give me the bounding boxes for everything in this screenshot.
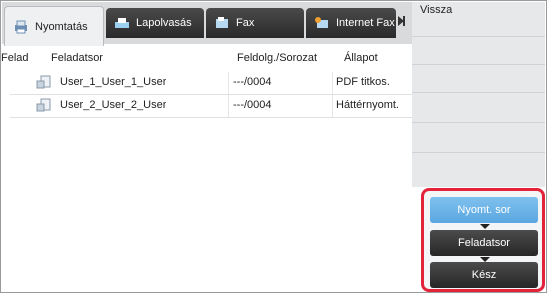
col-header-job[interactable]: Feladatsor	[51, 44, 103, 72]
tab-scan[interactable]: Lapolvasás	[106, 8, 204, 38]
side-panel	[412, 2, 545, 187]
column-divider	[332, 95, 333, 117]
fax-icon	[214, 16, 230, 30]
column-divider	[332, 72, 333, 94]
table-row[interactable]: User_1_User_1_User ---/0004 PDF titkos.	[10, 72, 412, 95]
job-status: PDF titkos.	[336, 76, 390, 88]
divider	[412, 152, 545, 153]
tab-label: Lapolvasás	[136, 17, 192, 29]
job-queue-button[interactable]: Feladatsor	[430, 230, 538, 256]
tab-label: Nyomtatás	[35, 20, 88, 33]
table-row[interactable]: User_2_User_2_User ---/0004 Háttérnyomt.	[10, 95, 412, 118]
complete-button[interactable]: Kész	[430, 262, 538, 288]
divider	[412, 36, 545, 37]
back-button[interactable]: Vissza	[420, 4, 452, 16]
column-divider	[228, 95, 229, 117]
job-status: Háttérnyomt.	[336, 99, 399, 111]
job-progress: ---/0004	[233, 76, 272, 88]
divider	[412, 64, 545, 65]
job-document-icon	[36, 75, 52, 93]
job-name: User_2_User_2_User	[60, 99, 167, 111]
tab-print[interactable]: Nyomtatás	[4, 6, 104, 46]
job-progress: ---/0004	[233, 99, 272, 111]
tab-fax[interactable]: Fax	[206, 8, 304, 38]
arrow-down-icon	[480, 224, 490, 229]
column-divider	[228, 72, 229, 94]
job-document-icon	[36, 98, 52, 116]
tab-internet-fax[interactable]: Internet Fax	[306, 8, 396, 38]
tab-scroll-bar	[403, 16, 405, 26]
col-header-status[interactable]: Állapot	[344, 44, 378, 72]
divider	[412, 92, 545, 93]
print-icon	[13, 20, 29, 34]
tab-bar: Nyomtatás Lapolvasás Fax Internet Fax	[2, 2, 412, 46]
col-header-sender[interactable]: Felad	[1, 44, 29, 72]
divider	[412, 122, 545, 123]
internet-fax-icon	[314, 16, 330, 30]
scan-icon	[114, 16, 130, 30]
tab-label: Internet Fax	[336, 17, 395, 29]
job-name: User_1_User_1_User	[60, 76, 167, 88]
print-queue-button[interactable]: Nyomt. sor	[430, 197, 538, 223]
tab-label: Fax	[236, 17, 255, 29]
col-header-progress[interactable]: Feldolg./Sorozat	[237, 44, 317, 72]
